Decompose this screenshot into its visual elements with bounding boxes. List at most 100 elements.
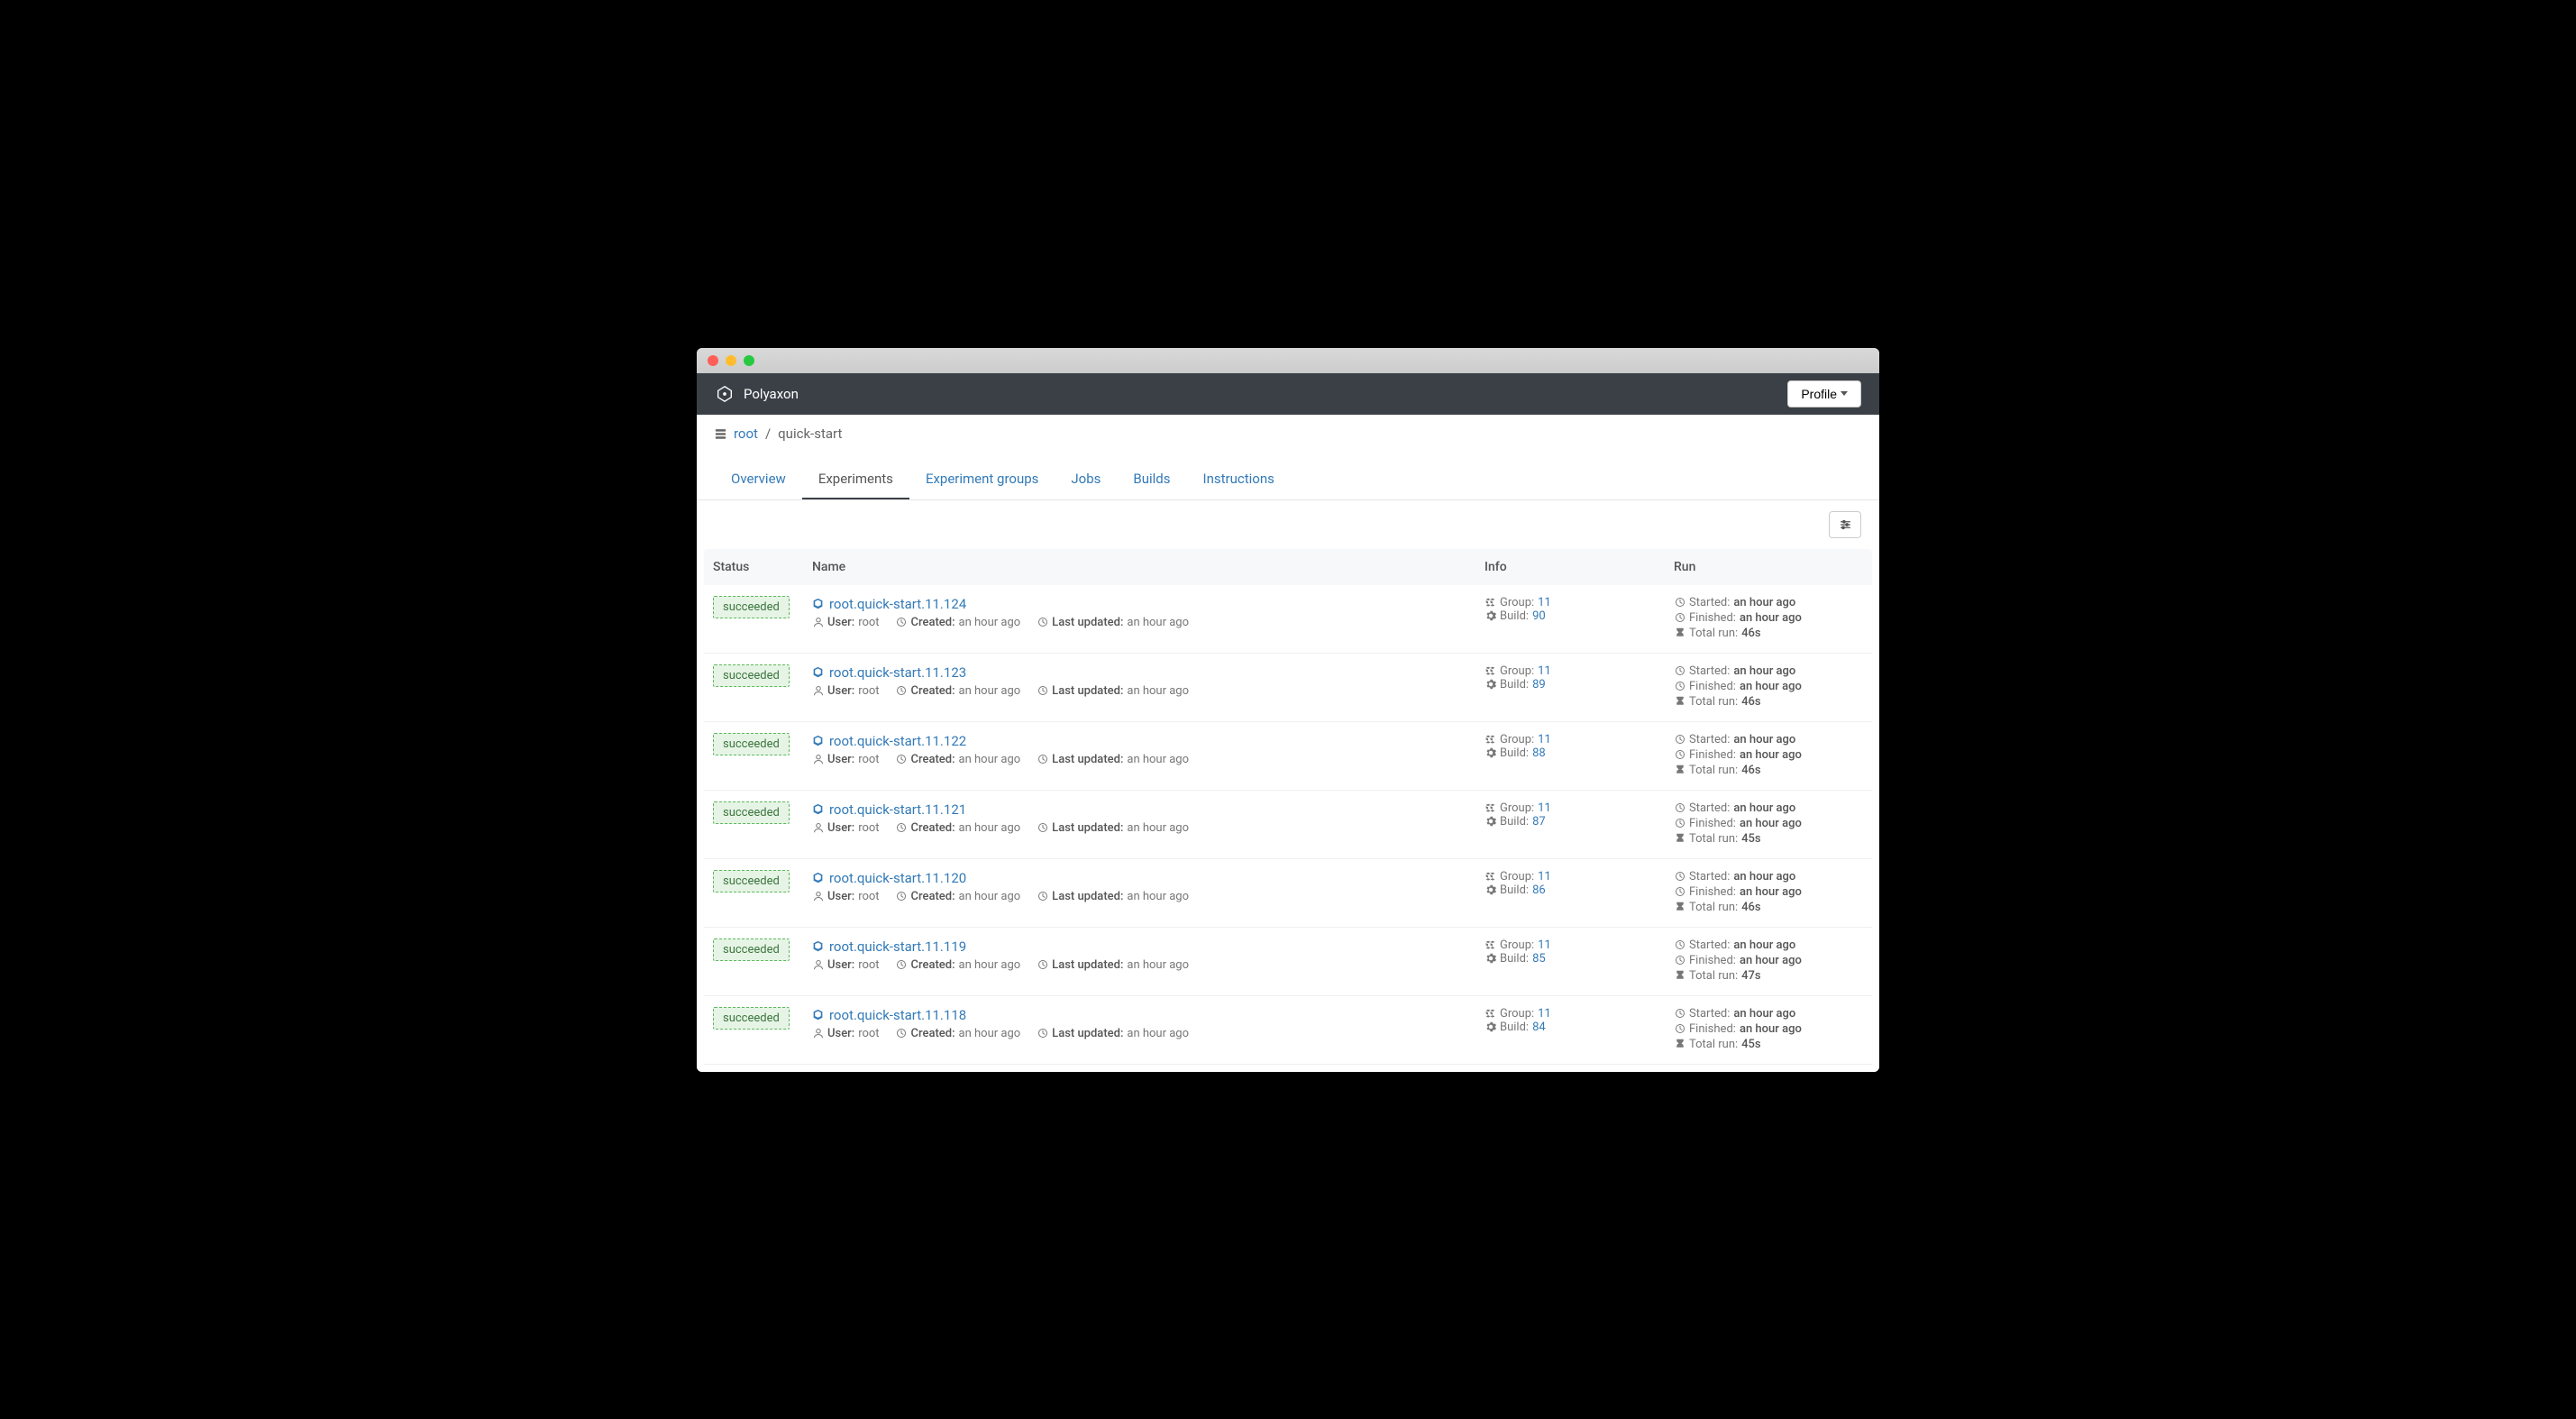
hourglass-icon xyxy=(1674,902,1685,913)
build-link[interactable]: 85 xyxy=(1532,952,1546,966)
clock-icon xyxy=(1674,1023,1685,1035)
table-row: succeededroot.quick-start.11.118User: ro… xyxy=(704,996,1872,1065)
experiment-name-link[interactable]: root.quick-start.11.123 xyxy=(829,664,966,681)
clock-icon xyxy=(1037,822,1048,834)
started-value: an hour ago xyxy=(1733,733,1795,746)
total-run-value: 46s xyxy=(1741,764,1760,777)
finished-value: an hour ago xyxy=(1740,748,1802,762)
clock-icon xyxy=(1037,891,1048,902)
col-header-run: Run xyxy=(1674,560,1863,574)
hourglass-icon xyxy=(1674,627,1685,639)
filter-button[interactable] xyxy=(1829,511,1861,538)
hourglass-icon xyxy=(1674,1039,1685,1050)
cube-icon xyxy=(812,735,824,746)
table-row: succeededroot.quick-start.11.124User: ro… xyxy=(704,585,1872,654)
clock-icon xyxy=(1674,1008,1685,1020)
hourglass-icon xyxy=(1674,970,1685,982)
navbar: Polyaxon Profile xyxy=(697,373,1879,415)
table-body: succeededroot.quick-start.11.124User: ro… xyxy=(704,585,1872,1065)
window-minimize-button[interactable] xyxy=(726,355,736,366)
cube-icon xyxy=(812,666,824,678)
build-link[interactable]: 84 xyxy=(1532,1021,1546,1034)
cubes-icon xyxy=(1484,597,1496,609)
total-run-value: 45s xyxy=(1741,832,1760,846)
total-run-value: 45s xyxy=(1741,1038,1760,1051)
gear-icon xyxy=(1484,747,1496,759)
breadcrumb-separator: / xyxy=(765,426,771,442)
sliders-icon xyxy=(1840,518,1851,530)
experiment-name-link[interactable]: root.quick-start.11.124 xyxy=(829,596,966,612)
tab-builds[interactable]: Builds xyxy=(1117,460,1186,499)
group-link[interactable]: 11 xyxy=(1538,1007,1551,1021)
hourglass-icon xyxy=(1674,696,1685,708)
clock-icon xyxy=(896,1028,908,1039)
clock-icon xyxy=(1674,955,1685,966)
hourglass-icon xyxy=(1674,764,1685,776)
status-badge: succeeded xyxy=(713,733,790,755)
cubes-icon xyxy=(1484,734,1496,746)
profile-label: Profile xyxy=(1801,387,1837,401)
finished-value: an hour ago xyxy=(1740,680,1802,693)
breadcrumb-root-link[interactable]: root xyxy=(734,426,758,442)
build-link[interactable]: 86 xyxy=(1532,883,1546,897)
clock-icon xyxy=(1674,818,1685,829)
tab-instructions[interactable]: Instructions xyxy=(1187,460,1291,499)
group-link[interactable]: 11 xyxy=(1538,870,1551,883)
clock-icon xyxy=(896,959,908,971)
build-link[interactable]: 88 xyxy=(1532,746,1546,760)
window-maximize-button[interactable] xyxy=(744,355,754,366)
tabs: OverviewExperimentsExperiment groupsJobs… xyxy=(697,460,1879,500)
clock-icon xyxy=(896,891,908,902)
group-link[interactable]: 11 xyxy=(1538,664,1551,678)
clock-icon xyxy=(1674,734,1685,746)
user-icon xyxy=(812,685,824,697)
clock-icon xyxy=(896,754,908,765)
cubes-icon xyxy=(1484,665,1496,677)
build-link[interactable]: 90 xyxy=(1532,609,1546,623)
started-value: an hour ago xyxy=(1733,938,1795,952)
status-badge: succeeded xyxy=(713,1007,790,1030)
experiment-name-link[interactable]: root.quick-start.11.119 xyxy=(829,938,966,955)
build-link[interactable]: 87 xyxy=(1532,815,1546,829)
group-link[interactable]: 11 xyxy=(1538,733,1551,746)
tab-overview[interactable]: Overview xyxy=(715,460,802,499)
tab-experiment-groups[interactable]: Experiment groups xyxy=(909,460,1055,499)
toolbar xyxy=(697,500,1879,549)
finished-value: an hour ago xyxy=(1740,817,1802,830)
server-icon xyxy=(715,427,726,439)
app-window: Polyaxon Profile root / quick-start Over… xyxy=(697,348,1879,1072)
group-link[interactable]: 11 xyxy=(1538,801,1551,815)
build-link[interactable]: 89 xyxy=(1532,678,1546,691)
clock-icon xyxy=(1037,959,1048,971)
clock-icon xyxy=(1037,685,1048,697)
cube-icon xyxy=(812,940,824,952)
gear-icon xyxy=(1484,816,1496,828)
tab-experiments[interactable]: Experiments xyxy=(802,460,909,499)
col-header-name: Name xyxy=(812,560,1484,574)
window-close-button[interactable] xyxy=(708,355,718,366)
user-icon xyxy=(812,617,824,628)
cube-icon xyxy=(812,1009,824,1021)
clock-icon xyxy=(1674,802,1685,814)
total-run-value: 46s xyxy=(1741,901,1760,914)
profile-dropdown-button[interactable]: Profile xyxy=(1787,380,1861,407)
table-row: succeededroot.quick-start.11.123User: ro… xyxy=(704,654,1872,722)
user-icon xyxy=(812,891,824,902)
cubes-icon xyxy=(1484,802,1496,814)
experiment-name-link[interactable]: root.quick-start.11.121 xyxy=(829,801,966,818)
hourglass-icon xyxy=(1674,833,1685,845)
status-badge: succeeded xyxy=(713,664,790,687)
cubes-icon xyxy=(1484,871,1496,883)
polyaxon-logo-icon xyxy=(715,384,735,404)
user-icon xyxy=(812,754,824,765)
total-run-value: 46s xyxy=(1741,627,1760,640)
group-link[interactable]: 11 xyxy=(1538,938,1551,952)
tab-jobs[interactable]: Jobs xyxy=(1055,460,1117,499)
experiment-name-link[interactable]: root.quick-start.11.122 xyxy=(829,733,966,749)
experiment-name-link[interactable]: root.quick-start.11.118 xyxy=(829,1007,966,1023)
experiment-name-link[interactable]: root.quick-start.11.120 xyxy=(829,870,966,886)
group-link[interactable]: 11 xyxy=(1538,596,1551,609)
started-value: an hour ago xyxy=(1733,801,1795,815)
cubes-icon xyxy=(1484,939,1496,951)
brand[interactable]: Polyaxon xyxy=(715,384,799,404)
